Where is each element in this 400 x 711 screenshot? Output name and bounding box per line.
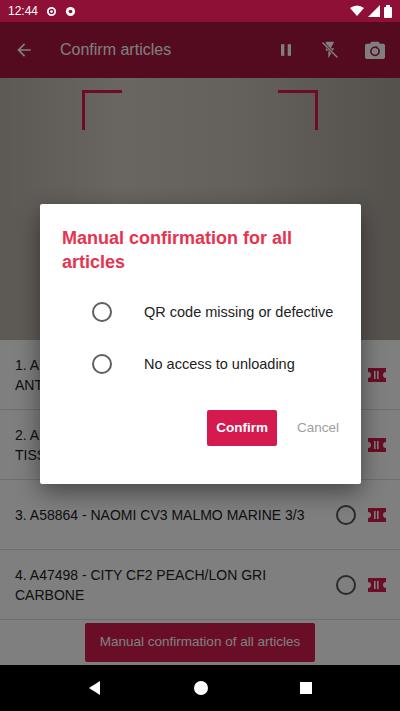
status-left: 12:44 <box>8 2 76 20</box>
nav-recents-icon[interactable] <box>299 681 313 695</box>
manual-confirmation-dialog: Manual confirmation for all articles QR c… <box>40 204 361 484</box>
status-right <box>350 5 392 18</box>
option-label: QR code missing or defective <box>144 303 343 322</box>
confirm-button[interactable]: Confirm <box>207 410 277 446</box>
cancel-button[interactable]: Cancel <box>293 410 343 446</box>
status-time: 12:44 <box>8 2 38 20</box>
dialog-actions: Confirm Cancel <box>62 410 343 446</box>
dialog-title: Manual confirmation for all articles <box>62 226 343 274</box>
option-radio[interactable] <box>92 354 112 374</box>
settings-icon <box>46 6 57 17</box>
notification-icon <box>65 6 76 17</box>
nav-back-icon[interactable] <box>87 680 103 696</box>
phone-screen: 12:44Confirm articles1. AANT2. ATISS3. A… <box>0 0 400 711</box>
option-label: No access to unloading <box>144 355 343 374</box>
status-bar: 12:44 <box>0 0 400 22</box>
nav-home-icon[interactable] <box>193 680 209 696</box>
option-radio[interactable] <box>92 302 112 322</box>
signal-icon <box>368 5 380 17</box>
dialog-option[interactable]: No access to unloading <box>62 344 343 384</box>
dialog-option[interactable]: QR code missing or defective <box>62 292 343 332</box>
wifi-icon <box>350 5 364 17</box>
navigation-bar <box>0 665 400 711</box>
battery-icon <box>384 5 392 18</box>
